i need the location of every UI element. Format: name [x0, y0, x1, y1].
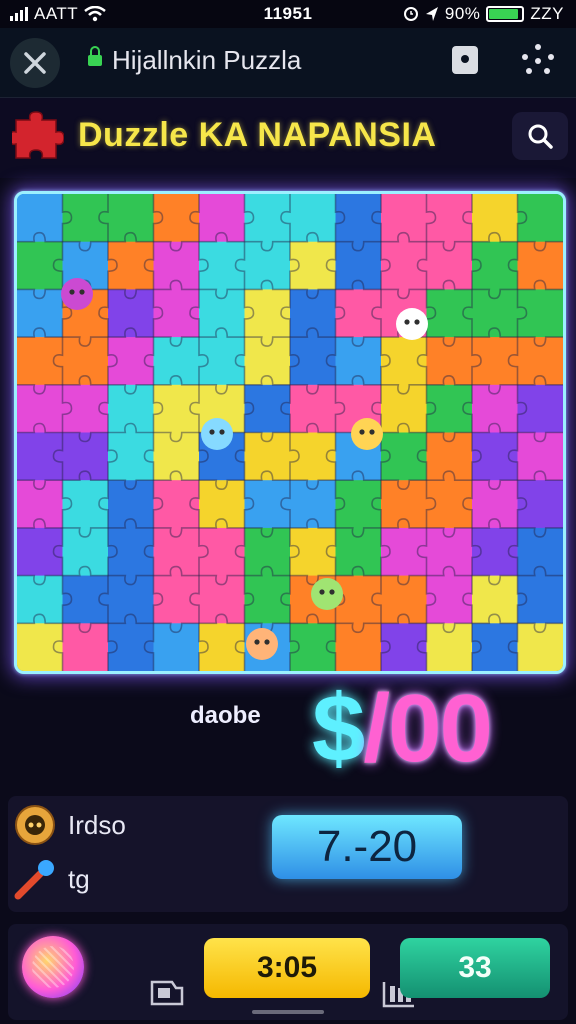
- score-value: $/00: [312, 675, 493, 782]
- time-range-pill[interactable]: 7.-20: [272, 815, 462, 879]
- puzzle-image[interactable]: [17, 194, 563, 671]
- app-header: Duzzle KA NAPANSIA: [0, 98, 576, 178]
- count-button[interactable]: 33: [400, 938, 550, 998]
- status-bar: AATT 11951 90% ZZY: [0, 0, 576, 28]
- page-title: Hijallnkin Puzzla: [112, 45, 302, 75]
- stat-label-1: Irdso: [68, 809, 126, 840]
- stat-row-2[interactable]: tg: [12, 856, 90, 902]
- close-icon: [24, 52, 46, 74]
- battery-icon: [486, 6, 525, 22]
- search-button[interactable]: [512, 112, 568, 160]
- lock-icon: [88, 46, 102, 66]
- puzzle-piece-icon: [12, 111, 64, 159]
- timer-button[interactable]: 3:05: [204, 938, 370, 998]
- more-dots-icon[interactable]: [522, 44, 554, 76]
- close-button[interactable]: [10, 38, 60, 88]
- status-right: 90% ZZY: [403, 4, 564, 24]
- browser-bar: Hijallnkin Puzzla: [0, 28, 576, 98]
- extension-icon[interactable]: [452, 46, 478, 74]
- app-title: Duzzle KA NAPANSIA: [78, 116, 437, 154]
- alarm-icon: [403, 7, 418, 21]
- gear-badge-icon: [15, 805, 55, 845]
- battery-percent: 90%: [444, 4, 481, 23]
- puzzle-board[interactable]: [14, 191, 566, 674]
- location-icon: [425, 7, 438, 21]
- wrench-tool-icon: [14, 860, 54, 900]
- avatar-ball-icon[interactable]: [22, 936, 84, 998]
- search-icon: [528, 124, 553, 149]
- tray-icon[interactable]: [148, 976, 186, 1006]
- home-indicator: [252, 1010, 324, 1014]
- stat-row-1[interactable]: Irdso: [12, 802, 126, 848]
- score-label: daobe: [190, 702, 261, 729]
- stat-label-2: tg: [68, 863, 90, 894]
- network-label: ZZY: [530, 4, 564, 23]
